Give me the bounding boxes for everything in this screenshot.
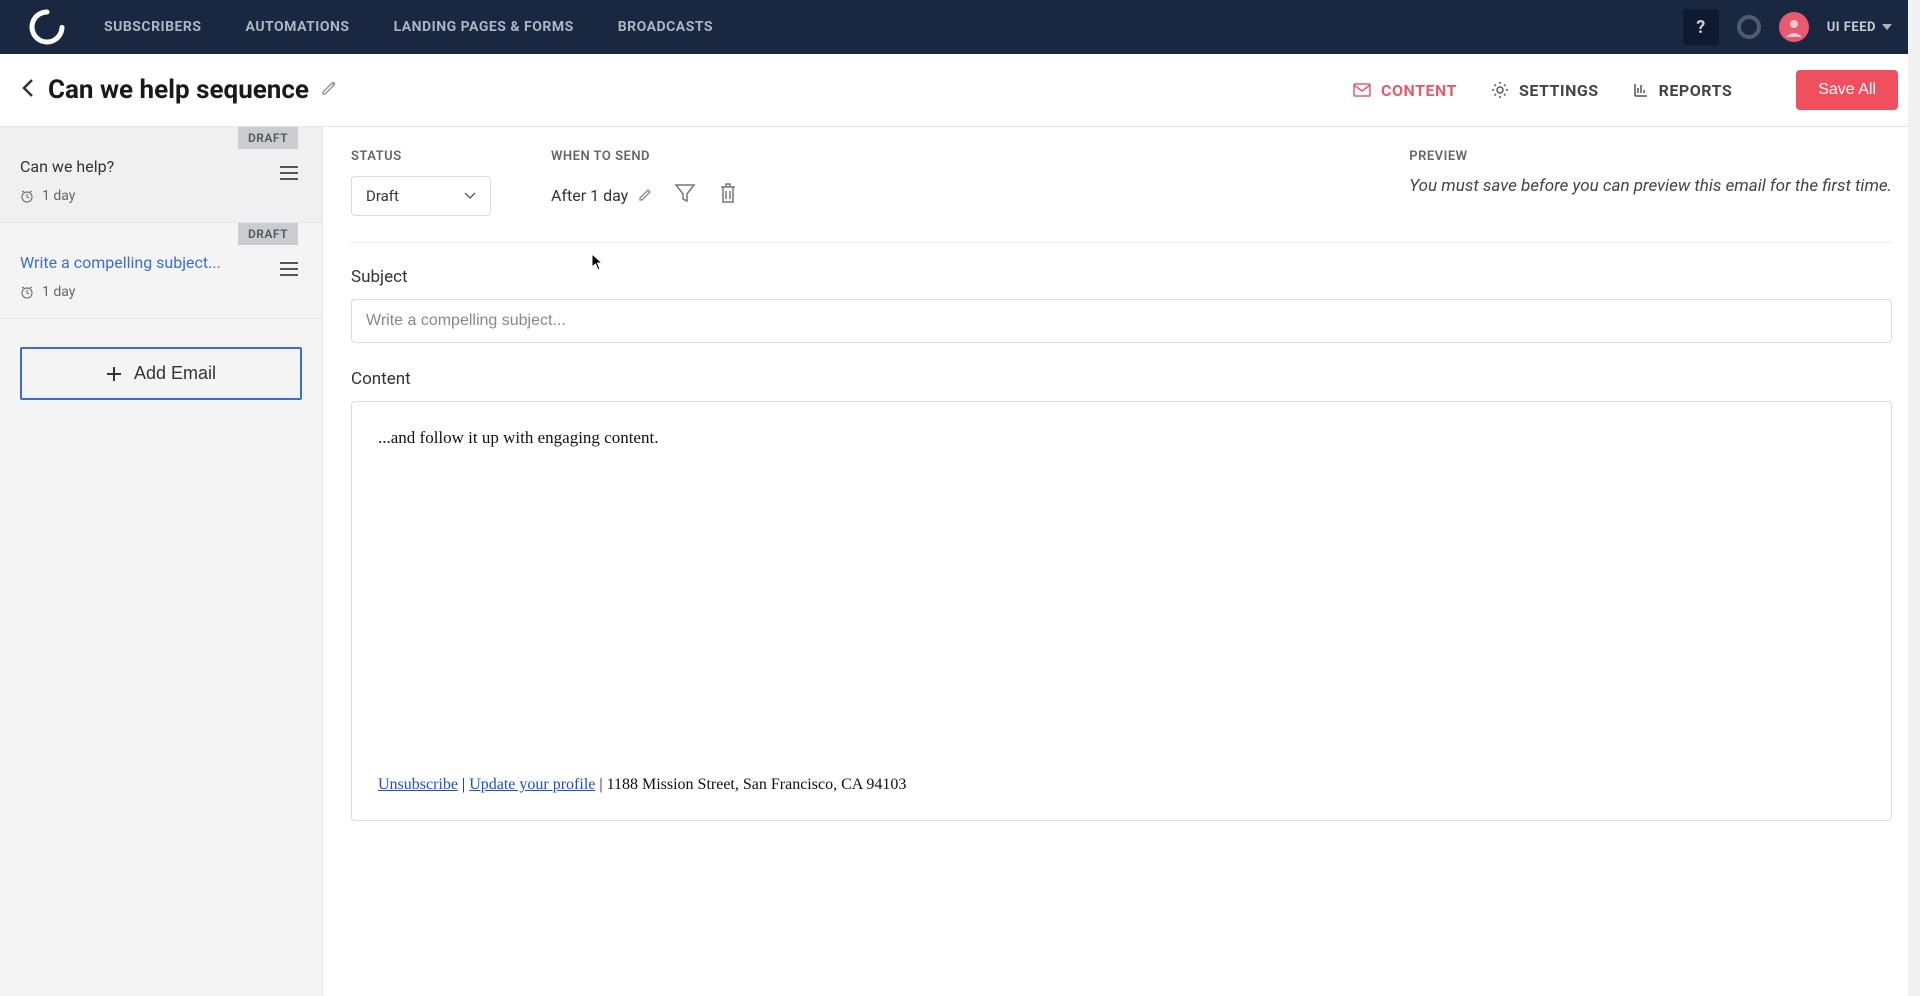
sub-tabs: CONTENT SETTINGS REPORTS Save All — [1353, 70, 1898, 110]
content-footer: Unsubscribe|Update your profile|1188 Mis… — [378, 776, 1865, 794]
drag-handle[interactable] — [280, 261, 298, 280]
logo[interactable] — [28, 8, 66, 46]
draft-badge: DRAFT — [238, 223, 298, 245]
pencil-icon — [638, 188, 652, 202]
email-delay-text: 1 day — [42, 188, 75, 204]
status-label: STATUS — [351, 149, 491, 164]
top-nav: SUBSCRIBERS AUTOMATIONS LANDING PAGES & … — [0, 0, 1920, 54]
help-button[interactable]: ? — [1683, 9, 1719, 45]
subject-label: Subject — [351, 267, 1892, 287]
unsubscribe-link[interactable]: Unsubscribe — [378, 776, 458, 793]
nav-items: SUBSCRIBERS AUTOMATIONS LANDING PAGES & … — [104, 19, 1683, 35]
edit-title-button[interactable] — [321, 80, 337, 100]
tab-reports[interactable]: REPORTS — [1633, 81, 1733, 100]
when-value[interactable]: After 1 day — [551, 180, 652, 205]
update-profile-link[interactable]: Update your profile — [469, 776, 595, 793]
avatar[interactable] — [1779, 12, 1809, 42]
logo-icon — [29, 9, 65, 45]
email-delay: 1 day — [20, 188, 302, 204]
nav-right: ? UI FEED — [1683, 9, 1892, 45]
add-email-label: Add Email — [134, 363, 216, 384]
preview-label: PREVIEW — [1409, 149, 1892, 164]
chevron-down-icon — [464, 192, 476, 200]
email-meta-row: STATUS Draft WHEN TO SEND After 1 day — [351, 149, 1892, 243]
trash-icon — [718, 182, 738, 204]
content-panel: STATUS Draft WHEN TO SEND After 1 day — [323, 127, 1920, 996]
chevron-down-icon — [1882, 24, 1892, 30]
filter-button[interactable] — [674, 176, 696, 208]
tab-reports-label: REPORTS — [1659, 81, 1733, 100]
preview-field: PREVIEW You must save before you can pre… — [1409, 149, 1892, 216]
tab-settings-label: SETTINGS — [1519, 81, 1599, 100]
user-menu[interactable]: UI FEED — [1827, 20, 1892, 35]
status-field: STATUS Draft — [351, 149, 491, 216]
funnel-icon — [674, 182, 696, 204]
email-delay: 1 day — [20, 284, 302, 300]
when-field: WHEN TO SEND After 1 day — [551, 149, 738, 216]
email-title: Can we help? — [20, 157, 302, 176]
delete-button[interactable] — [718, 176, 738, 208]
back-button[interactable] — [22, 79, 34, 101]
footer-address: 1188 Mission Street, San Francisco, CA 9… — [607, 776, 907, 793]
gear-icon — [1491, 81, 1509, 99]
subject-input[interactable] — [351, 299, 1892, 343]
scrollbar[interactable] — [1908, 0, 1920, 996]
tab-content[interactable]: CONTENT — [1353, 81, 1457, 100]
content-editor[interactable]: ...and follow it up with engaging conten… — [351, 401, 1892, 821]
content-label: Content — [351, 369, 1892, 389]
status-value: Draft — [366, 187, 399, 205]
when-label: WHEN TO SEND — [551, 149, 738, 164]
email-list-sidebar: DRAFT Can we help? 1 day DRAFT Write a c… — [0, 127, 323, 996]
clock-icon — [20, 285, 34, 299]
user-name: UI FEED — [1827, 20, 1876, 35]
drag-handle[interactable] — [280, 165, 298, 184]
sequence-title: Can we help sequence — [48, 75, 309, 105]
sub-header: Can we help sequence CONTENT SETTINGS RE… — [0, 54, 1920, 127]
when-text: After 1 day — [551, 186, 628, 205]
plus-icon — [106, 366, 122, 382]
draft-badge: DRAFT — [238, 127, 298, 149]
nav-broadcasts[interactable]: BROADCASTS — [618, 19, 713, 35]
clock-icon — [20, 189, 34, 203]
add-email-button[interactable]: Add Email — [20, 347, 302, 400]
tab-content-label: CONTENT — [1381, 81, 1457, 100]
save-all-button[interactable]: Save All — [1796, 70, 1898, 110]
status-circle-icon[interactable] — [1737, 15, 1761, 39]
menu-icon — [280, 262, 298, 276]
nav-landing-pages[interactable]: LANDING PAGES & FORMS — [394, 19, 574, 35]
chevron-left-icon — [22, 79, 34, 97]
avatar-icon — [1784, 17, 1804, 37]
chart-icon — [1633, 82, 1649, 98]
email-title: Write a compelling subject... — [20, 253, 302, 272]
tab-settings[interactable]: SETTINGS — [1491, 81, 1599, 100]
menu-icon — [280, 166, 298, 180]
mail-icon — [1353, 83, 1371, 97]
preview-text: You must save before you can preview thi… — [1409, 176, 1892, 196]
status-select[interactable]: Draft — [351, 176, 491, 216]
email-card[interactable]: DRAFT Can we help? 1 day — [0, 127, 322, 223]
nav-automations[interactable]: AUTOMATIONS — [246, 19, 350, 35]
pencil-icon — [321, 80, 337, 96]
email-card[interactable]: DRAFT Write a compelling subject... 1 da… — [0, 223, 322, 319]
main: DRAFT Can we help? 1 day DRAFT Write a c… — [0, 127, 1920, 996]
content-body-text: ...and follow it up with engaging conten… — [378, 428, 1865, 448]
email-delay-text: 1 day — [42, 284, 75, 300]
nav-subscribers[interactable]: SUBSCRIBERS — [104, 19, 202, 35]
